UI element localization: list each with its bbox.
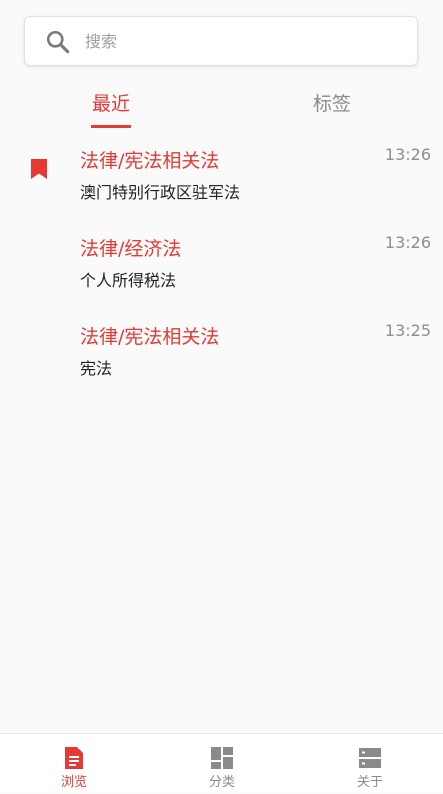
search-placeholder: 搜索 [85, 32, 118, 51]
nav-item-about[interactable]: 关于 [296, 734, 443, 794]
item-time: 13:26 [384, 145, 431, 164]
list-item[interactable]: 法律/宪法相关法 澳门特别行政区驻军法 13:26 [0, 141, 443, 229]
item-category: 法律/宪法相关法 [80, 326, 220, 348]
nav-item-browse[interactable]: 浏览 [0, 734, 148, 794]
search-icon [46, 30, 70, 54]
item-title: 宪法 [80, 359, 113, 378]
item-category: 法律/宪法相关法 [80, 150, 220, 172]
document-icon [65, 747, 83, 769]
bottom-nav: 浏览 分类 关于 [0, 733, 443, 793]
tab-indicator [91, 125, 131, 128]
item-category: 法律/经济法 [80, 238, 182, 260]
item-time: 13:25 [384, 321, 431, 340]
dashboard-icon [211, 747, 233, 769]
tab-recent[interactable]: 最近 [92, 92, 130, 116]
bookmark-icon[interactable] [30, 158, 48, 180]
nav-label: 关于 [356, 775, 383, 790]
item-time: 13:26 [384, 233, 431, 252]
search-box[interactable]: 搜索 [24, 16, 418, 66]
list-item[interactable]: 法律/宪法相关法 宪法 13:25 [0, 317, 443, 405]
nav-label: 分类 [208, 775, 235, 790]
tab-tags[interactable]: 标签 [313, 92, 351, 116]
nav-label: 浏览 [60, 775, 87, 790]
nav-item-category[interactable]: 分类 [148, 734, 296, 794]
list-item[interactable]: 法律/经济法 个人所得税法 13:26 [0, 229, 443, 317]
item-title: 澳门特别行政区驻军法 [80, 183, 241, 202]
item-title: 个人所得税法 [80, 271, 177, 290]
storage-icon [359, 748, 381, 768]
